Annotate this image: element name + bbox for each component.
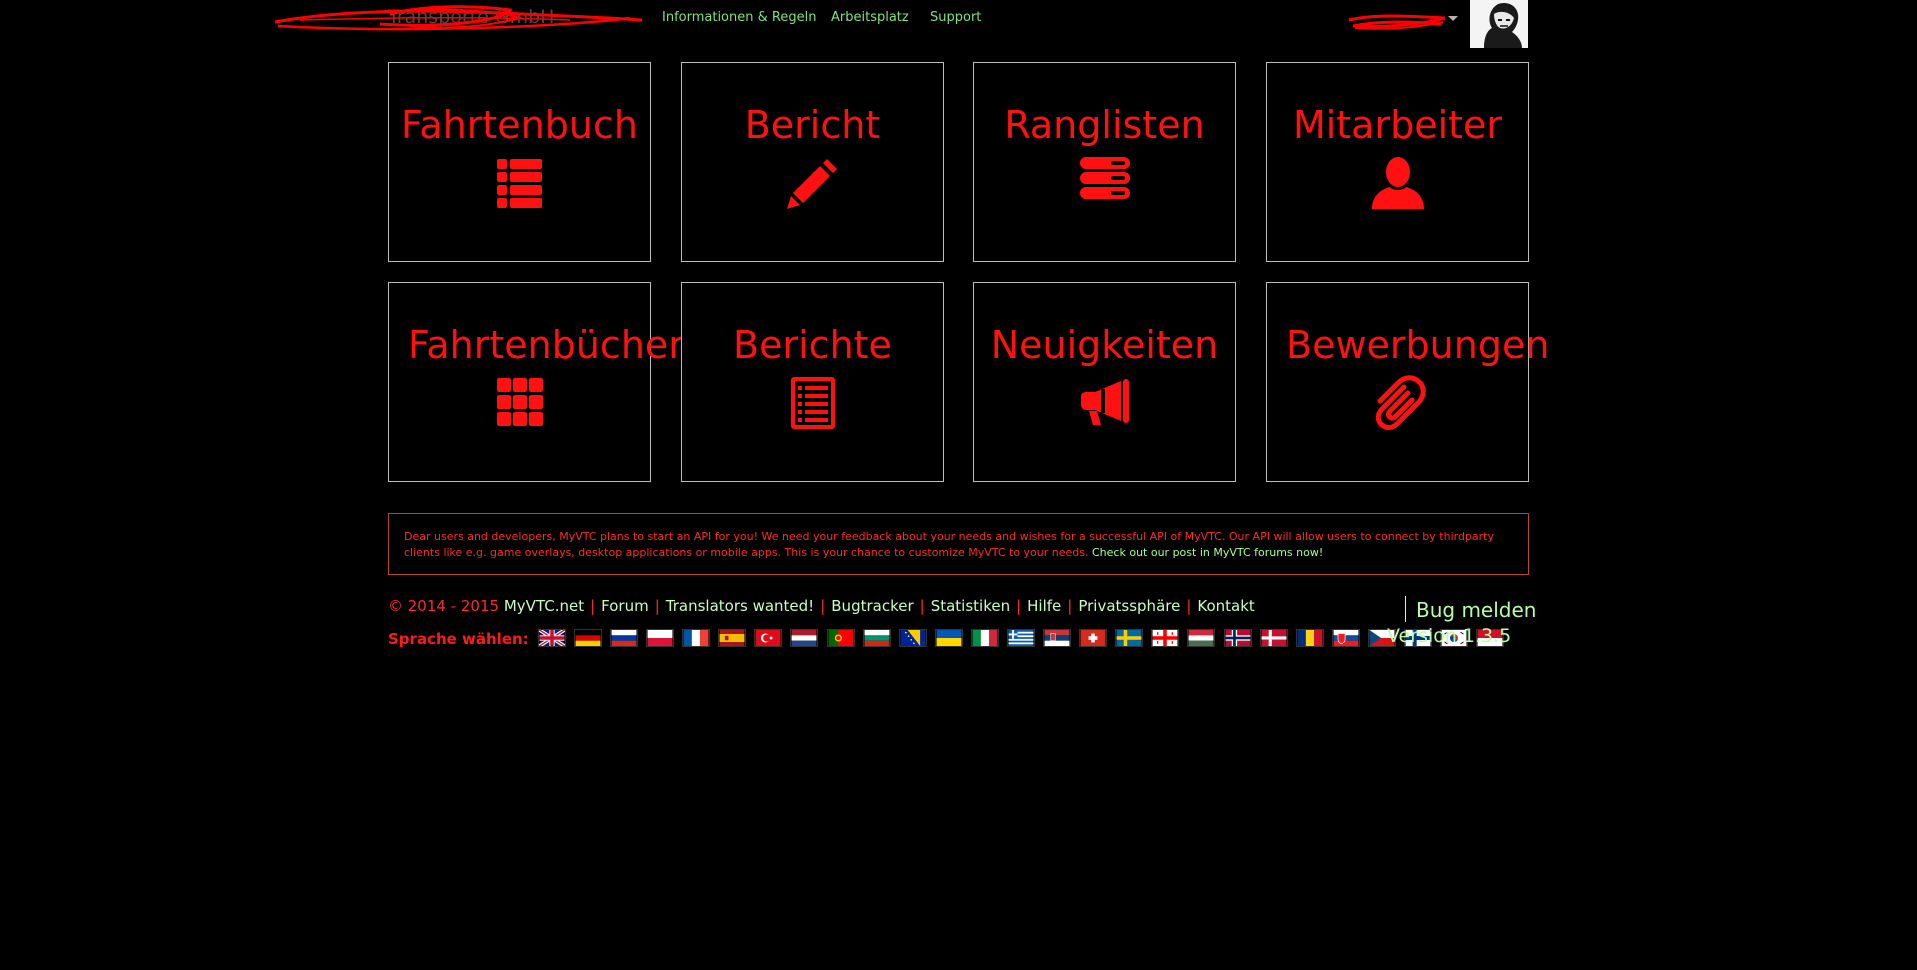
list-icon (490, 155, 550, 211)
tile-title-fahrtenbuecher: Fahrtenbücher (408, 323, 684, 367)
it-flag-icon[interactable] (970, 629, 999, 647)
footer-separator: | (590, 597, 596, 615)
nav-link-informationen[interactable]: Informationen & Regeln (662, 10, 816, 25)
tile-neuigkeiten[interactable]: Neuigkeiten (973, 282, 1236, 482)
tile-title-neuigkeiten: Neuigkeiten (990, 323, 1219, 367)
bg-flag-icon[interactable] (862, 629, 891, 647)
copyright: © 2014 - 2015 (388, 597, 500, 615)
footer-link-bugtracker[interactable]: Bugtracker (831, 597, 913, 615)
bug-report-divider (1405, 596, 1406, 622)
version-label: Version 1.3.5 (1387, 625, 1512, 647)
footer-separator: | (1016, 597, 1022, 615)
api-notice: Dear users and developers, MyVTC plans t… (388, 513, 1529, 575)
footer-separator: | (919, 597, 925, 615)
redaction-scribble (274, 5, 643, 31)
footer-separator: | (1067, 597, 1073, 615)
tile-title-mitarbeiter: Mitarbeiter (1292, 103, 1503, 147)
tile-mitarbeiter[interactable]: Mitarbeiter (1266, 62, 1529, 262)
user-name-redacted[interactable] (1345, 8, 1455, 34)
tile-bewerbungen[interactable]: Bewerbungen (1266, 282, 1550, 482)
fr-flag-icon[interactable] (682, 629, 711, 647)
api-notice-link[interactable]: Check out our post in MyVTC forums now! (1092, 546, 1323, 559)
footer-link-privatssphaere[interactable]: Privatssphäre (1078, 597, 1180, 615)
ch-flag-icon[interactable] (1079, 629, 1108, 647)
footer-link-forum[interactable]: Forum (601, 597, 649, 615)
tile-ranglisten[interactable]: Ranglisten (973, 62, 1236, 262)
megaphone-icon (1075, 375, 1135, 431)
language-label: Sprache wählen: (388, 630, 529, 648)
gr-flag-icon[interactable] (1007, 629, 1035, 647)
paperclip-icon (1368, 375, 1428, 431)
nav-link-support[interactable]: Support (930, 10, 981, 25)
no-flag-icon[interactable] (1223, 629, 1252, 647)
nav-link-arbeitsplatz[interactable]: Arbeitsplatz (831, 10, 909, 25)
sk-flag-icon[interactable] (1331, 629, 1360, 647)
tile-title-bericht: Bericht (744, 103, 881, 147)
tile-title-ranglisten: Ranglisten (1004, 103, 1205, 147)
pt-flag-icon[interactable] (826, 629, 855, 647)
ba-flag-icon[interactable] (898, 629, 927, 647)
tile-berichte[interactable]: Berichte (681, 282, 944, 482)
tr-flag-icon[interactable] (754, 629, 783, 647)
hu-flag-icon[interactable] (1187, 629, 1216, 647)
es-flag-icon[interactable] (718, 629, 747, 647)
pencil-icon (783, 155, 843, 211)
top-navbar: Transporte GmbH Informationen & Regeln A… (0, 0, 1917, 48)
footer-link-myvtc[interactable]: MyVTC.net (504, 597, 584, 615)
bug-report-link[interactable]: Bug melden (1416, 598, 1536, 622)
footer-links: © 2014 - 2015 MyVTC.net | Forum | Translator… (388, 597, 1255, 615)
ro-flag-icon[interactable] (1295, 629, 1324, 647)
dk-flag-icon[interactable] (1259, 629, 1288, 647)
footer-separator: | (654, 597, 660, 615)
se-flag-icon[interactable] (1115, 629, 1144, 647)
avatar[interactable] (1470, 0, 1528, 48)
tile-title-bewerbungen: Bewerbungen (1286, 323, 1550, 367)
footer-link-hilfe[interactable]: Hilfe (1027, 597, 1061, 615)
nl-flag-icon[interactable] (790, 629, 819, 647)
grid-icon (490, 375, 550, 431)
ge-flag-icon[interactable] (1151, 629, 1180, 647)
tile-title-fahrtenbuch: Fahrtenbuch (401, 103, 638, 147)
rs-flag-icon[interactable] (1043, 629, 1072, 647)
ua-flag-icon[interactable] (934, 629, 963, 647)
user-icon (1368, 155, 1428, 211)
tile-fahrtenbuch[interactable]: Fahrtenbuch (388, 62, 651, 262)
gb-flag-icon[interactable] (537, 629, 566, 647)
ru-flag-icon[interactable] (609, 629, 638, 647)
tile-fahrtenbuecher[interactable]: Fahrtenbücher (388, 282, 684, 482)
tile-bericht[interactable]: Bericht (681, 62, 944, 262)
tile-title-berichte: Berichte (733, 323, 892, 367)
pl-flag-icon[interactable] (646, 629, 675, 647)
flag-list (537, 629, 1507, 648)
document-list-icon (783, 375, 843, 431)
footer-link-kontakt[interactable]: Kontakt (1197, 597, 1254, 615)
footer-separator: | (1186, 597, 1192, 615)
de-flag-icon[interactable] (573, 629, 602, 647)
server-stack-icon (1075, 155, 1135, 211)
footer-link-translators[interactable]: Translators wanted! (666, 597, 814, 615)
footer-separator: | (820, 597, 826, 615)
footer-link-statistiken[interactable]: Statistiken (931, 597, 1010, 615)
language-selector: Sprache wählen: (388, 629, 1507, 649)
api-notice-text: Dear users and developers, MyVTC plans t… (404, 530, 1494, 559)
chevron-down-icon[interactable] (1448, 16, 1458, 21)
